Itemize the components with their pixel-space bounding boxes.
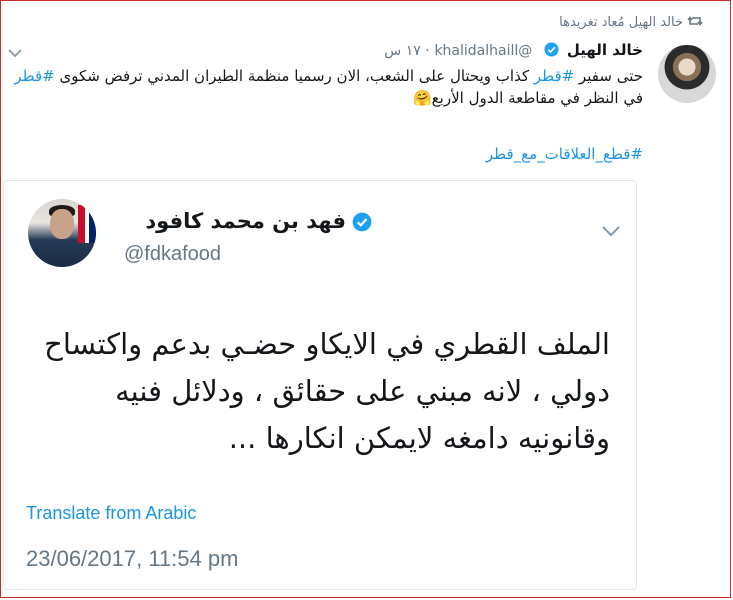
- tweet-text-part3: في النظر في مقاطعة الدول الأربع: [431, 89, 643, 107]
- quoted-author-handle[interactable]: @fdkafood: [124, 243, 221, 266]
- tweet-text-part2: كذاب ويحتال على الشعب، الان رسميا منظمة …: [54, 67, 534, 85]
- tweet-header: خالد الهيل @khalidalhaill · ١٧ س: [384, 41, 643, 59]
- chevron-down-icon[interactable]: [8, 48, 22, 58]
- quoted-tweet-text: الملف القطري في الايكاو حضـي بدعم واكتسا…: [44, 327, 610, 455]
- hashtag-link[interactable]: #قطر: [534, 67, 574, 85]
- verified-icon: [352, 212, 372, 232]
- quoted-tweet-card[interactable]: فهد بن محمد كافود @fdkafood الملف القطري…: [3, 180, 637, 590]
- translate-link[interactable]: Translate from Arabic: [26, 503, 196, 524]
- quoted-avatar[interactable]: [28, 199, 96, 267]
- hashtag-link[interactable]: #قطع_العلاقات_مع_قطر: [486, 145, 643, 163]
- tweet-text-part1: حتى سفير: [574, 67, 643, 85]
- verified-icon: [544, 42, 559, 57]
- chevron-down-icon[interactable]: [602, 225, 620, 237]
- flag-background: [78, 205, 96, 243]
- quoted-tweet-date[interactable]: 23/06/2017, 11:54 pm: [26, 546, 238, 572]
- tweet-time-value: ١٧ س: [384, 43, 421, 59]
- hugging-face-emoji-icon: 🤗: [412, 89, 432, 107]
- avatar-face: [50, 209, 74, 239]
- author-handle[interactable]: @khalidalhaill: [434, 43, 532, 59]
- hashtag-link[interactable]: #قطر: [14, 67, 54, 85]
- retweet-icon: [687, 16, 703, 26]
- tweet-time[interactable]: · ١٧ س: [384, 43, 430, 59]
- author-name[interactable]: خالد الهيل: [567, 41, 643, 59]
- avatar[interactable]: [658, 45, 716, 103]
- tweet-text: حتى سفير #قطر كذاب ويحتال على الشعب، الا…: [3, 65, 643, 109]
- retweet-context[interactable]: خالد الهيل مُعاد تغريدها: [559, 15, 683, 30]
- quoted-author-name[interactable]: فهد بن محمد كافود: [145, 209, 346, 233]
